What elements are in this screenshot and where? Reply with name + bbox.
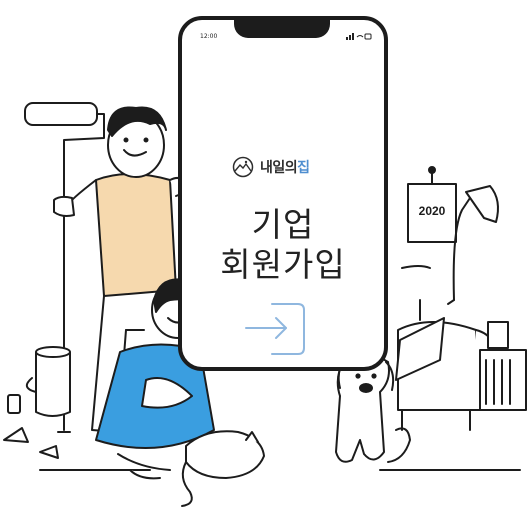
- calendar-year: 2020: [418, 204, 446, 218]
- battery-icon: [364, 33, 372, 40]
- status-time: 12:00: [200, 33, 218, 40]
- house-mountain-logo-icon: [232, 156, 254, 178]
- paint-roller-icon: [24, 102, 98, 126]
- wifi-icon: [356, 35, 364, 38]
- signup-illustration: 2020 12:00 내일의집 기업 회원가입: [0, 0, 530, 525]
- brand-name-part2: 집: [297, 160, 310, 176]
- status-icons: [346, 33, 372, 40]
- brand-name: 내일의집: [260, 157, 310, 177]
- sign-in-arrow-icon[interactable]: [242, 298, 312, 358]
- page-title-line2: 회원가입: [220, 245, 346, 284]
- brand-name-part1: 내일의: [260, 160, 298, 176]
- phone-notch: [234, 20, 330, 38]
- man-shirt: [95, 173, 177, 297]
- brand-logo: 내일의집: [232, 156, 310, 178]
